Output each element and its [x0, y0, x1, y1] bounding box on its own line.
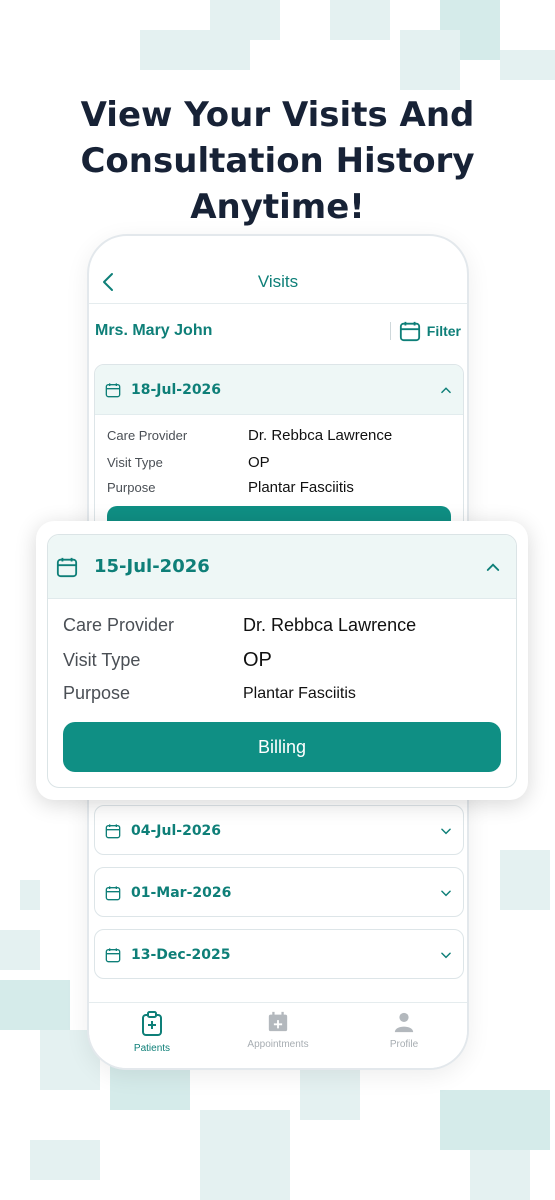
calendar-icon — [105, 382, 121, 397]
visit-date: 04-Jul-2026 — [131, 823, 222, 839]
calendar-plus-icon — [268, 1011, 288, 1032]
chevron-up-icon[interactable] — [439, 383, 453, 397]
chevron-up-icon[interactable] — [484, 558, 502, 576]
detail-row-visit-type: Visit Type OP — [95, 454, 463, 471]
tab-label: Profile — [389, 1039, 419, 1050]
visit-date: 15-Jul-2026 — [94, 556, 210, 577]
clipboard-plus-icon — [142, 1011, 162, 1036]
detail-row-visit-type: Visit Type OP — [63, 649, 272, 672]
zoomed-visit-card[interactable]: 15-Jul-2026 Care Provider Dr. Rebbca Law… — [36, 521, 528, 800]
patient-name: Mrs. Mary John — [95, 322, 213, 339]
headline: View Your Visits And Consultation Histor… — [0, 92, 555, 230]
detail-key: Care Provider — [63, 615, 175, 635]
person-icon — [394, 1012, 414, 1033]
visit-card[interactable]: 04-Jul-2026 — [94, 805, 464, 855]
calendar-icon — [105, 886, 121, 901]
visit-date: 13-Dec-2025 — [131, 947, 231, 963]
visit-card[interactable]: 13-Dec-2025 — [94, 929, 464, 979]
divider — [389, 322, 391, 340]
visit-card-header[interactable]: 01-Mar-2026 — [95, 868, 463, 916]
calendar-icon — [105, 948, 121, 963]
visit-date: 18-Jul-2026 — [131, 381, 222, 398]
detail-row-care-provider: Care Provider Dr. Rebbca Lawrence — [63, 615, 416, 636]
tab-appointments[interactable]: Appointments — [215, 1003, 341, 1068]
detail-value: Dr. Rebbca Lawrence — [248, 427, 393, 444]
detail-value: Dr. Rebbca Lawrence — [243, 615, 417, 635]
detail-value: OP — [248, 454, 270, 471]
headline-line-2: Consultation History Anytime! — [80, 141, 475, 227]
visit-card[interactable]: 01-Mar-2026 — [94, 867, 464, 917]
visit-card-header[interactable]: 18-Jul-2026 — [95, 365, 463, 415]
tab-label: Appointments — [247, 1039, 309, 1050]
tab-profile[interactable]: Profile — [341, 1003, 467, 1068]
tab-label: Patients — [133, 1043, 171, 1054]
visit-card: 15-Jul-2026 Care Provider Dr. Rebbca Law… — [47, 534, 517, 788]
bottom-tab-bar: Patients Appointments Profile — [89, 1002, 467, 1068]
detail-value: OP — [243, 649, 272, 671]
detail-key: Visit Type — [107, 455, 163, 470]
tab-patients[interactable]: Patients — [89, 1003, 215, 1068]
calendar-icon — [399, 321, 420, 342]
app-header: Visits — [89, 236, 467, 304]
visit-card-header[interactable]: 15-Jul-2026 — [48, 535, 516, 599]
visit-card-header[interactable]: 13-Dec-2025 — [95, 930, 463, 978]
visit-date: 01-Mar-2026 — [131, 885, 232, 901]
detail-key: Purpose — [63, 683, 131, 703]
headline-line-1: View Your Visits And — [80, 95, 475, 135]
chevron-down-icon[interactable] — [439, 886, 453, 900]
chevron-down-icon[interactable] — [439, 824, 453, 838]
visit-card[interactable]: 18-Jul-2026 Care Provider Dr. Rebbca Law… — [94, 364, 464, 534]
filter-button[interactable]: Filter — [389, 318, 461, 344]
detail-row-purpose: Purpose Plantar Fasciitis — [95, 479, 463, 496]
visit-card-header[interactable]: 04-Jul-2026 — [95, 806, 463, 854]
filter-label: Filter — [426, 323, 461, 339]
detail-key: Purpose — [107, 480, 156, 495]
page-title: Visits — [257, 272, 299, 291]
calendar-icon — [105, 824, 121, 839]
detail-row-purpose: Purpose Plantar Fasciitis — [63, 683, 356, 704]
calendar-icon — [56, 557, 78, 577]
chevron-down-icon[interactable] — [439, 948, 453, 962]
detail-row-care-provider: Care Provider Dr. Rebbca Lawrence — [95, 427, 463, 444]
detail-value: Plantar Fasciitis — [248, 479, 354, 496]
billing-button[interactable]: Billing — [63, 722, 501, 772]
detail-key: Visit Type — [63, 650, 141, 670]
detail-key: Care Provider — [107, 428, 188, 443]
detail-value: Plantar Fasciitis — [243, 684, 356, 702]
